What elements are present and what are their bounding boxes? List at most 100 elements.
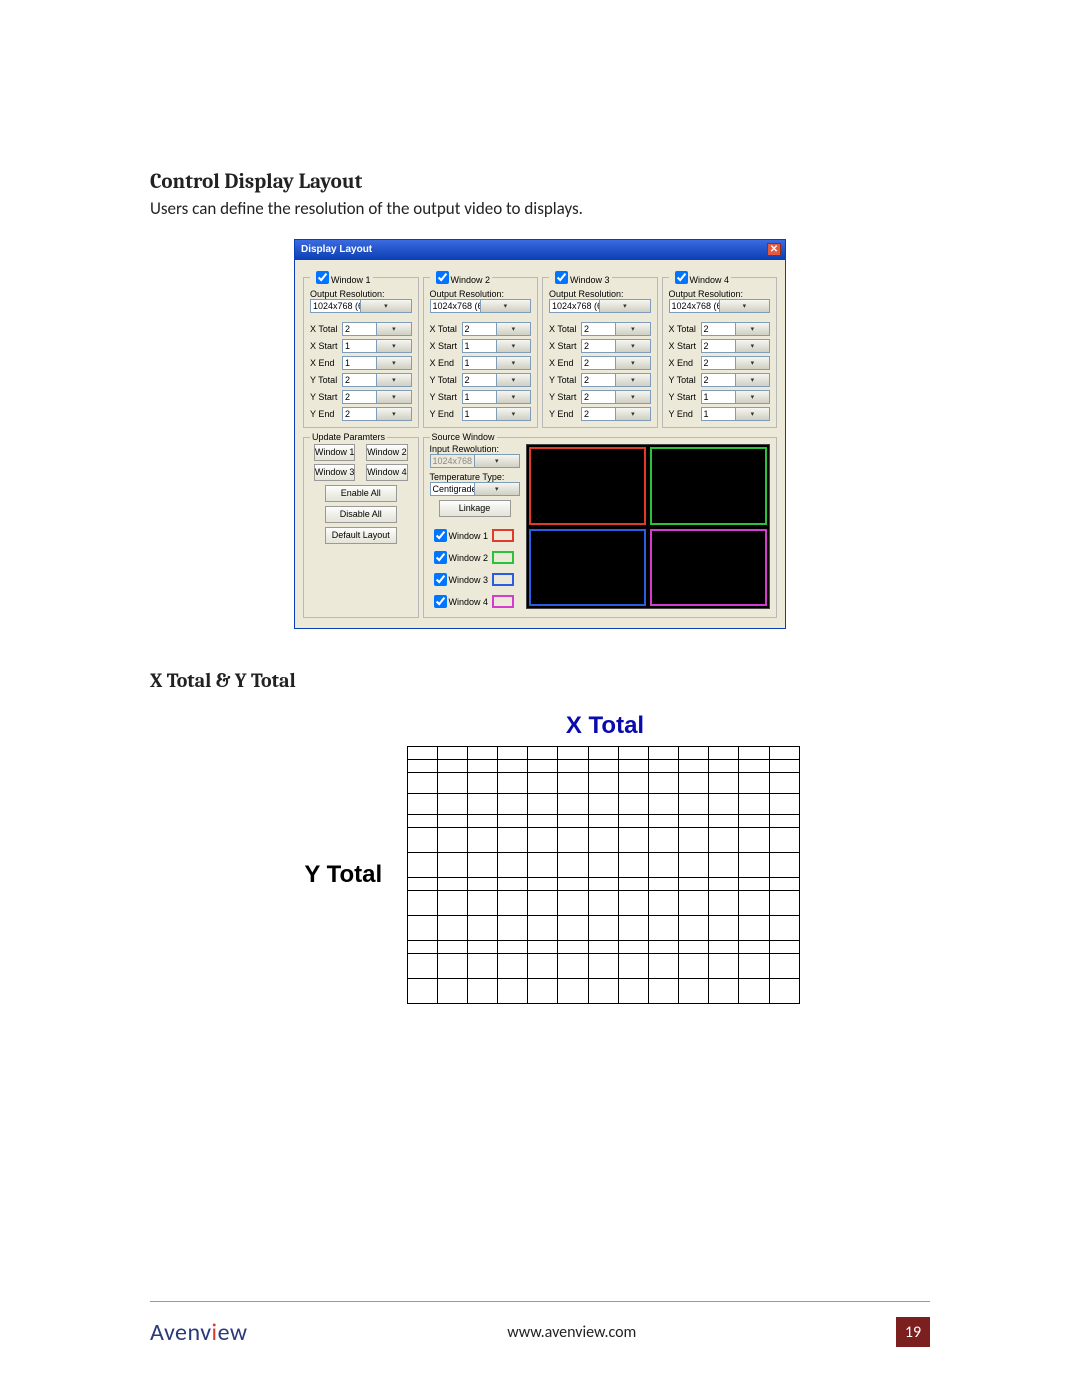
- combo-box[interactable]: 1024x768 (60Hz) ▾: [549, 299, 651, 313]
- spin-box[interactable]: 2 ▾: [701, 356, 771, 370]
- window-checkbox[interactable]: [436, 271, 449, 284]
- window-checkbox[interactable]: [316, 271, 329, 284]
- field-label: X Start: [430, 341, 462, 351]
- chevron-down-icon[interactable]: ▾: [496, 323, 530, 335]
- combo-box[interactable]: 1024x768 (60Hz) ▾: [430, 299, 532, 313]
- spin-box[interactable]: 2 ▾: [701, 339, 771, 353]
- enable-all-button[interactable]: Enable All: [325, 485, 397, 502]
- group-legend: Window 2: [430, 268, 493, 287]
- output-res-label: Output Resolution:: [430, 289, 505, 299]
- default-layout-button[interactable]: Default Layout: [325, 527, 397, 544]
- chevron-down-icon[interactable]: ▾: [735, 357, 769, 369]
- chevron-down-icon[interactable]: ▾: [719, 300, 769, 312]
- chevron-down-icon: ▾: [474, 455, 519, 467]
- chevron-down-icon[interactable]: ▾: [615, 374, 649, 386]
- update-window-button[interactable]: Window 1: [314, 444, 356, 461]
- chevron-down-icon[interactable]: ▾: [376, 323, 410, 335]
- spin-value: 2: [463, 324, 496, 334]
- color-swatch: [492, 573, 514, 586]
- spin-box[interactable]: 2 ▾: [701, 373, 771, 387]
- combo-box[interactable]: 1024x768 (60Hz) ▾: [669, 299, 771, 313]
- chevron-down-icon[interactable]: ▾: [480, 300, 530, 312]
- spin-box[interactable]: 1 ▾: [462, 390, 532, 404]
- spin-box[interactable]: 1 ▾: [701, 390, 771, 404]
- preview-cell: [650, 447, 767, 525]
- chevron-down-icon[interactable]: ▾: [735, 391, 769, 403]
- chevron-down-icon[interactable]: ▾: [376, 374, 410, 386]
- chevron-down-icon[interactable]: ▾: [615, 408, 649, 420]
- spin-box[interactable]: 2 ▾: [581, 407, 651, 421]
- chevron-down-icon[interactable]: ▾: [376, 340, 410, 352]
- window-checkbox[interactable]: [434, 573, 447, 586]
- source-window-group: Source Window Input Rewolution: 1024x768…: [423, 432, 778, 618]
- spin-box[interactable]: 1 ▾: [462, 407, 532, 421]
- spin-value: 2: [463, 375, 496, 385]
- output-res-label: Output Resolution:: [310, 289, 385, 299]
- chevron-down-icon[interactable]: ▾: [615, 340, 649, 352]
- spin-box[interactable]: 2 ▾: [342, 407, 412, 421]
- dialog-titlebar: Display Layout ✕: [295, 240, 785, 260]
- group-legend: Source Window: [430, 432, 497, 442]
- spin-value: 2: [582, 324, 615, 334]
- spin-box[interactable]: 2 ▾: [581, 390, 651, 404]
- spin-box[interactable]: 1 ▾: [342, 339, 412, 353]
- close-icon[interactable]: ✕: [767, 243, 781, 256]
- chevron-down-icon[interactable]: ▾: [376, 408, 410, 420]
- spin-box[interactable]: 1 ▾: [701, 407, 771, 421]
- spin-box[interactable]: 1 ▾: [462, 339, 532, 353]
- update-window-button[interactable]: Window 4: [366, 464, 408, 481]
- chevron-down-icon[interactable]: ▾: [735, 323, 769, 335]
- spin-box[interactable]: 2 ▾: [342, 322, 412, 336]
- spin-value: 2: [343, 409, 376, 419]
- update-window-button[interactable]: Window 2: [366, 444, 408, 461]
- chevron-down-icon[interactable]: ▾: [496, 374, 530, 386]
- chevron-down-icon[interactable]: ▾: [376, 357, 410, 369]
- spin-box[interactable]: 2 ▾: [342, 390, 412, 404]
- linkage-button[interactable]: Linkage: [439, 500, 511, 517]
- combo-value: 1024x768 (60Hz): [431, 301, 480, 311]
- chevron-down-icon[interactable]: ▾: [615, 357, 649, 369]
- field-label: Y Start: [549, 392, 581, 402]
- chevron-down-icon[interactable]: ▾: [615, 323, 649, 335]
- spin-box[interactable]: 2 ▾: [581, 339, 651, 353]
- window-toggle-row: Window 1: [430, 526, 520, 545]
- section-intro: Users can define the resolution of the o…: [150, 198, 930, 219]
- field-label: X Total: [549, 324, 581, 334]
- spin-box[interactable]: 2 ▾: [342, 373, 412, 387]
- chevron-down-icon[interactable]: ▾: [599, 300, 649, 312]
- update-window-button[interactable]: Window 3: [314, 464, 356, 481]
- chevron-down-icon[interactable]: ▾: [360, 300, 410, 312]
- group-legend: Window 1: [310, 268, 373, 287]
- window-toggle-label: Window 2: [449, 553, 489, 563]
- chevron-down-icon[interactable]: ▾: [474, 483, 519, 495]
- chevron-down-icon[interactable]: ▾: [496, 408, 530, 420]
- chevron-down-icon[interactable]: ▾: [496, 391, 530, 403]
- chevron-down-icon[interactable]: ▾: [615, 391, 649, 403]
- spin-box[interactable]: 2 ▾: [462, 373, 532, 387]
- spin-box[interactable]: 2 ▾: [581, 322, 651, 336]
- spin-box[interactable]: 1 ▾: [462, 356, 532, 370]
- spin-box[interactable]: 2 ▾: [701, 322, 771, 336]
- spin-box[interactable]: 2 ▾: [462, 322, 532, 336]
- spin-value: 1: [343, 341, 376, 351]
- chevron-down-icon[interactable]: ▾: [496, 340, 530, 352]
- chevron-down-icon[interactable]: ▾: [735, 374, 769, 386]
- spin-box[interactable]: 2 ▾: [581, 373, 651, 387]
- spin-box[interactable]: 1 ▾: [342, 356, 412, 370]
- spin-value: 1: [702, 409, 735, 419]
- combo-box[interactable]: 1024x768 (60Hz) ▾: [310, 299, 412, 313]
- window-checkbox[interactable]: [434, 529, 447, 542]
- spin-box[interactable]: 2 ▾: [581, 356, 651, 370]
- chevron-down-icon[interactable]: ▾: [376, 391, 410, 403]
- color-swatch: [492, 551, 514, 564]
- disable-all-button[interactable]: Disable All: [325, 506, 397, 523]
- window-checkbox[interactable]: [434, 595, 447, 608]
- chevron-down-icon[interactable]: ▾: [496, 357, 530, 369]
- chevron-down-icon[interactable]: ▾: [735, 408, 769, 420]
- window-checkbox[interactable]: [555, 271, 568, 284]
- window-checkbox[interactable]: [434, 551, 447, 564]
- chevron-down-icon[interactable]: ▾: [735, 340, 769, 352]
- field-label: X Total: [430, 324, 462, 334]
- combo-box[interactable]: Centigrade ▾: [430, 482, 520, 496]
- window-checkbox[interactable]: [675, 271, 688, 284]
